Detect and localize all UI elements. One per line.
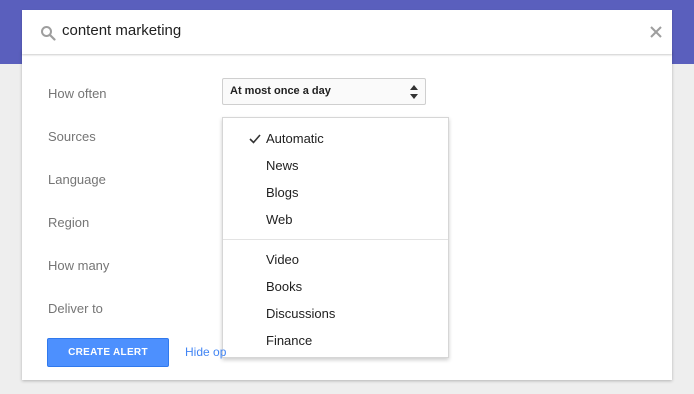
- region-label: Region: [48, 215, 90, 230]
- dropdown-item-discussions[interactable]: Discussions: [223, 300, 448, 327]
- dropdown-item-books[interactable]: Books: [223, 273, 448, 300]
- select-arrows-icon: [410, 85, 418, 99]
- dropdown-item-blogs[interactable]: Blogs: [223, 179, 448, 206]
- search-bar[interactable]: content marketing: [22, 10, 672, 54]
- dropdown-item-label: Blogs: [266, 185, 299, 200]
- dropdown-divider: [223, 239, 448, 240]
- dropdown-item-finance[interactable]: Finance: [223, 327, 448, 354]
- how-many-label: How many: [48, 258, 110, 273]
- search-icon: [41, 26, 56, 41]
- dropdown-item-label: Books: [266, 279, 303, 294]
- dropdown-item-video[interactable]: Video: [223, 246, 448, 273]
- dropdown-item-label: Video: [266, 252, 300, 267]
- dropdown-item-label: Automatic: [266, 131, 324, 146]
- how-often-value: At most once a day: [230, 85, 331, 97]
- dropdown-item-label: Finance: [266, 333, 313, 348]
- check-icon: [249, 134, 261, 144]
- dropdown-item-news[interactable]: News: [223, 152, 448, 179]
- sources-label: Sources: [48, 129, 96, 144]
- close-icon[interactable]: [650, 26, 662, 38]
- how-often-label: How often: [48, 86, 107, 101]
- language-label: Language: [48, 172, 106, 187]
- dropdown-item-label: Web: [266, 212, 293, 227]
- create-alert-button[interactable]: CREATE ALERT: [47, 338, 169, 367]
- dropdown-item-label: News: [266, 158, 299, 173]
- sources-dropdown: Automatic News Blogs Web Video Books Dis…: [222, 117, 449, 358]
- deliver-to-label: Deliver to: [48, 301, 103, 316]
- hide-options-link[interactable]: Hide op: [185, 345, 226, 359]
- dropdown-item-web[interactable]: Web: [223, 206, 448, 233]
- dropdown-item-automatic[interactable]: Automatic: [223, 125, 448, 152]
- dropdown-item-label: Discussions: [266, 306, 336, 321]
- search-input[interactable]: content marketing: [62, 22, 181, 39]
- how-often-select[interactable]: At most once a day: [222, 78, 426, 105]
